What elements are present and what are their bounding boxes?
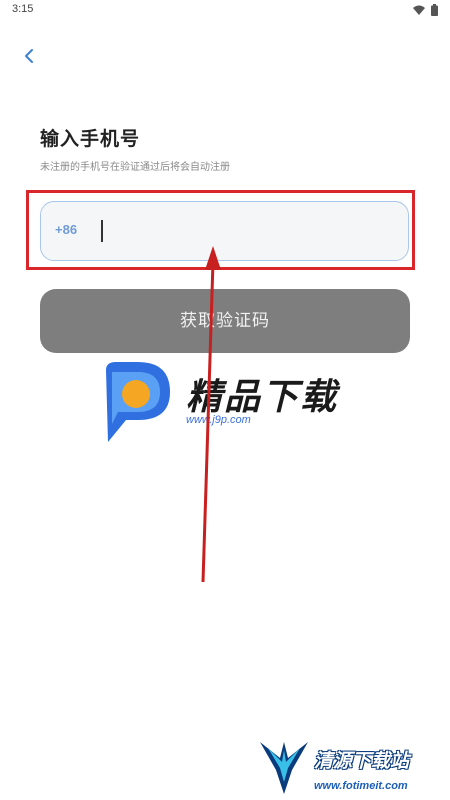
fotimeit-logo-icon	[260, 742, 308, 794]
battery-icon	[431, 4, 438, 16]
j9p-logo-icon	[106, 362, 170, 442]
watermark-fotimeit: 清源下载站 www.fotimeit.com	[258, 738, 448, 798]
watermark-fotimeit-text: 清源下载站	[314, 750, 410, 772]
status-time: 3:15	[12, 3, 34, 15]
watermark-j9p-text: 精品下载	[186, 377, 339, 418]
chevron-left-icon	[25, 49, 33, 63]
page-title: 输入手机号	[40, 128, 141, 150]
status-icons	[413, 4, 438, 16]
watermark-fotimeit-url: www.fotimeit.com	[314, 780, 408, 792]
watermark-j9p-url: www.j9p.com	[186, 414, 251, 426]
page-subtitle: 未注册的手机号在验证通过后将会自动注册	[40, 162, 230, 173]
annotation-highlight-box	[26, 190, 415, 270]
back-button[interactable]	[18, 44, 42, 68]
status-bar: 3:15	[0, 0, 450, 20]
wifi-icon	[413, 5, 425, 15]
get-code-button[interactable]: 获取验证码	[40, 289, 410, 353]
watermark-j9p: 精品下载 www.j9p.com	[98, 358, 358, 448]
